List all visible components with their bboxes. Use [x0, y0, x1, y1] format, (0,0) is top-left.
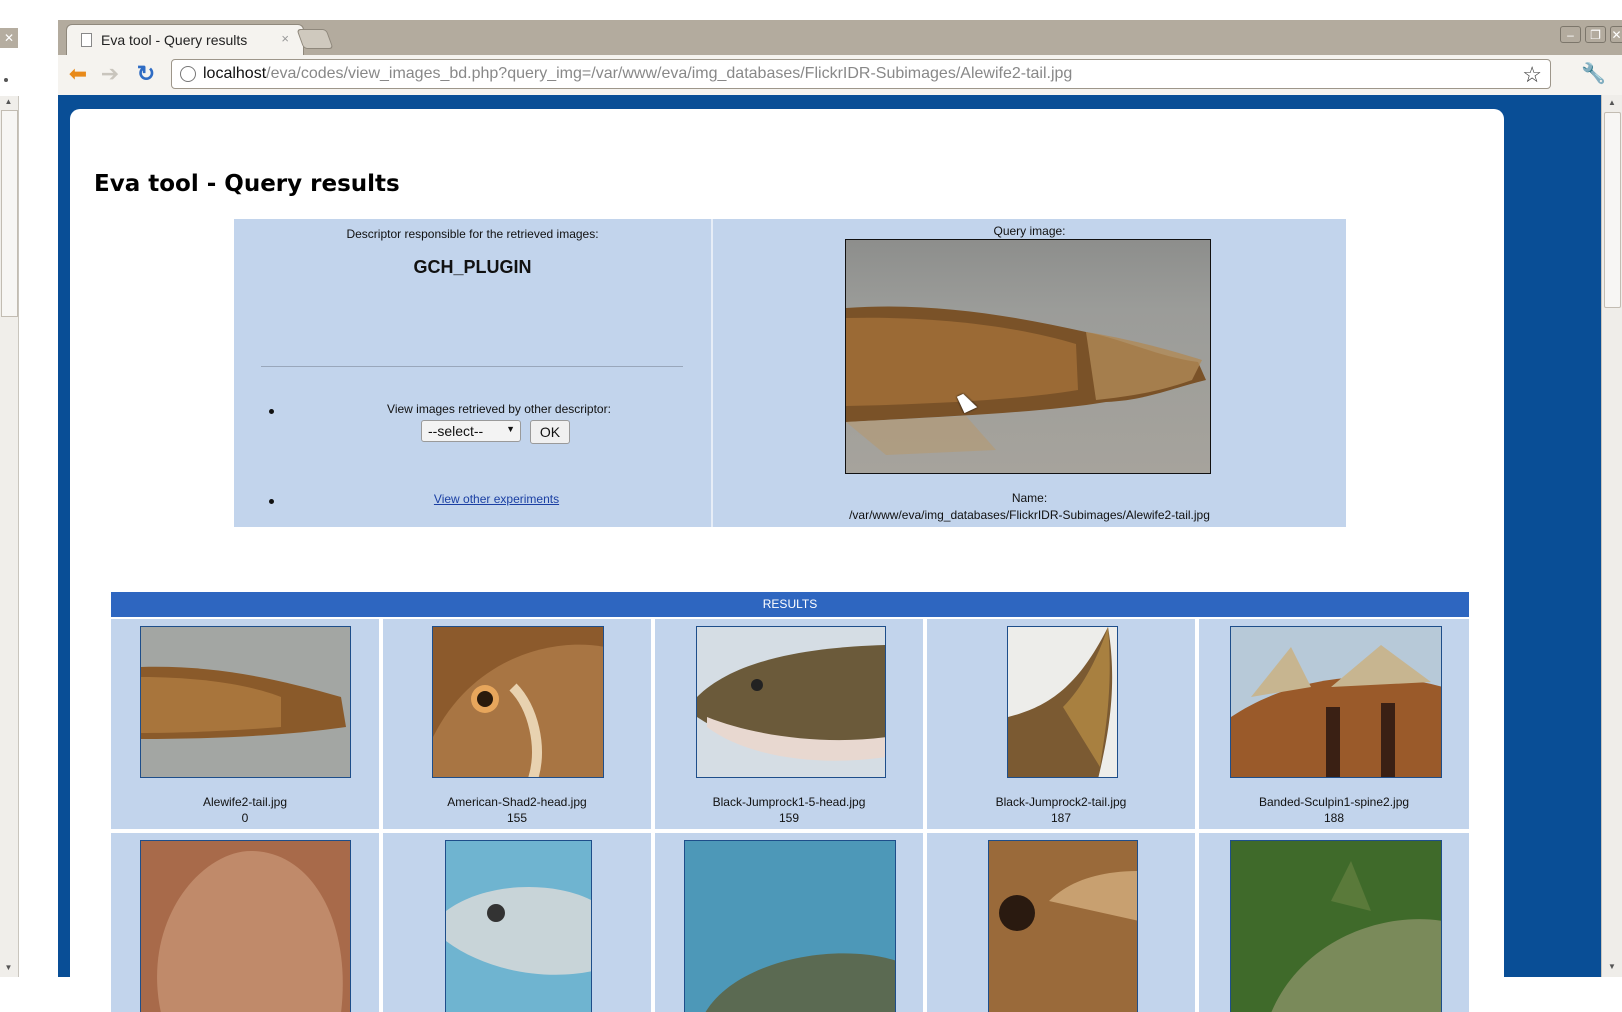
query-image[interactable]: [845, 239, 1211, 474]
close-window-icon[interactable]: ✕: [1610, 26, 1622, 43]
result-thumbnail[interactable]: [988, 840, 1138, 1012]
descriptor-name: GCH_PLUGIN: [413, 257, 532, 277]
result-thumbnail[interactable]: [140, 626, 351, 778]
result-score: 188: [1323, 811, 1345, 825]
ok-button[interactable]: OK: [530, 420, 570, 444]
query-image-caption: Query image:: [993, 224, 1066, 238]
descriptor-caption: Descriptor responsible for the retrieved…: [346, 227, 599, 241]
result-score: 155: [506, 811, 528, 825]
result-cell[interactable]: [383, 833, 651, 1012]
result-thumbnail[interactable]: [445, 840, 592, 1012]
background-window-edge: ✕ ▲ ▼: [0, 0, 20, 977]
restore-icon[interactable]: ❐: [1585, 26, 1606, 43]
globe-icon: [180, 66, 196, 82]
result-name: Banded-Sculpin1-spine2.jpg: [1258, 795, 1410, 809]
query-name-label: Name:: [1011, 491, 1048, 505]
result-cell[interactable]: [1199, 833, 1469, 1012]
scroll-up-icon[interactable]: ▲: [1606, 98, 1618, 110]
result-cell[interactable]: Black-Jumprock2-tail.jpg 187: [927, 619, 1195, 829]
url-host: localhost: [203, 65, 267, 82]
result-thumbnail[interactable]: [684, 840, 896, 1012]
close-icon[interactable]: ✕: [0, 28, 18, 48]
wrench-icon[interactable]: 🔧: [1581, 61, 1606, 86]
page-card: Eva tool - Query results Descriptor resp…: [70, 109, 1504, 1012]
result-score: 0: [241, 811, 249, 825]
scroll-thumb[interactable]: [1, 110, 18, 317]
result-name: Black-Jumprock1-5-head.jpg: [712, 795, 866, 809]
view-other-experiments-link[interactable]: View other experiments: [334, 492, 659, 506]
result-thumbnail[interactable]: [1230, 840, 1442, 1012]
select-value: --select--: [428, 423, 484, 439]
result-score: 159: [778, 811, 800, 825]
descriptor-select[interactable]: --select-- ▼: [421, 420, 521, 442]
close-tab-icon[interactable]: ×: [281, 31, 289, 46]
result-cell[interactable]: American-Shad2-head.jpg 155: [383, 619, 651, 829]
tab-title: Eva tool - Query results: [101, 32, 248, 48]
result-thumbnail[interactable]: [1007, 626, 1118, 778]
page-icon: [81, 33, 92, 47]
result-thumbnail[interactable]: [432, 626, 604, 778]
query-info-table: Descriptor responsible for the retrieved…: [234, 219, 1346, 527]
result-name: Alewife2-tail.jpg: [202, 795, 288, 809]
new-tab-button[interactable]: [296, 29, 334, 49]
tab-query-results[interactable]: Eva tool - Query results ×: [66, 24, 304, 55]
other-descriptor-caption: View images retrieved by other descripto…: [387, 402, 611, 416]
result-score: 187: [1050, 811, 1072, 825]
result-cell[interactable]: Banded-Sculpin1-spine2.jpg 188: [1199, 619, 1469, 829]
result-cell[interactable]: [927, 833, 1195, 1012]
result-thumbnail[interactable]: [696, 626, 886, 778]
url-path: /eva/codes/view_images_bd.php?query_img=…: [266, 65, 1073, 82]
bullet-icon: [269, 499, 274, 504]
results-table: RESULTS Alewife2-tail.jpg 0 American-Sha…: [111, 592, 1469, 1012]
tab-strip: Eva tool - Query results × – ❐ ✕: [58, 20, 1622, 55]
results-header: RESULTS: [111, 592, 1469, 617]
column-divider: [711, 219, 713, 527]
result-cell[interactable]: [111, 833, 379, 1012]
forward-icon[interactable]: ➔: [98, 62, 122, 86]
background-scrollbar[interactable]: ▲ ▼: [0, 96, 19, 977]
bullet-icon: [269, 409, 274, 414]
page-scrollbar[interactable]: ▲ ▼: [1601, 95, 1622, 977]
dropdown-arrow-icon: ▼: [506, 424, 515, 434]
back-icon[interactable]: ⬅: [66, 62, 90, 86]
scroll-up-icon[interactable]: ▲: [2, 97, 15, 109]
page-title: Eva tool - Query results: [94, 171, 400, 197]
scroll-down-icon[interactable]: ▼: [1606, 962, 1618, 974]
query-name-value: /var/www/eva/img_databases/FlickrIDR-Sub…: [849, 508, 1210, 522]
result-cell[interactable]: Black-Jumprock1-5-head.jpg 159: [655, 619, 923, 829]
scroll-down-icon[interactable]: ▼: [2, 963, 15, 975]
scroll-thumb[interactable]: [1604, 112, 1621, 308]
page-viewport: Eva tool - Query results Descriptor resp…: [58, 95, 1622, 1012]
result-name: American-Shad2-head.jpg: [447, 795, 587, 809]
reload-icon[interactable]: ↻: [134, 62, 158, 86]
result-cell[interactable]: Alewife2-tail.jpg 0: [111, 619, 379, 829]
url-text[interactable]: localhost/eva/codes/view_images_bd.php?q…: [203, 65, 1072, 83]
result-thumbnail[interactable]: [140, 840, 351, 1012]
bookmark-star-icon[interactable]: ☆: [1522, 62, 1542, 88]
browser-toolbar: ⬅ ➔ ↻ localhost/eva/codes/view_images_bd…: [58, 55, 1622, 96]
result-name: Black-Jumprock2-tail.jpg: [995, 795, 1127, 809]
browser-window: Eva tool - Query results × – ❐ ✕ ⬅ ➔ ↻ l…: [58, 20, 1622, 1012]
dot-icon: [4, 78, 8, 82]
address-bar[interactable]: localhost/eva/codes/view_images_bd.php?q…: [171, 59, 1551, 89]
minimize-icon[interactable]: –: [1560, 26, 1581, 43]
horizontal-rule: [261, 366, 683, 367]
result-cell[interactable]: [655, 833, 923, 1012]
result-thumbnail[interactable]: [1230, 626, 1442, 778]
